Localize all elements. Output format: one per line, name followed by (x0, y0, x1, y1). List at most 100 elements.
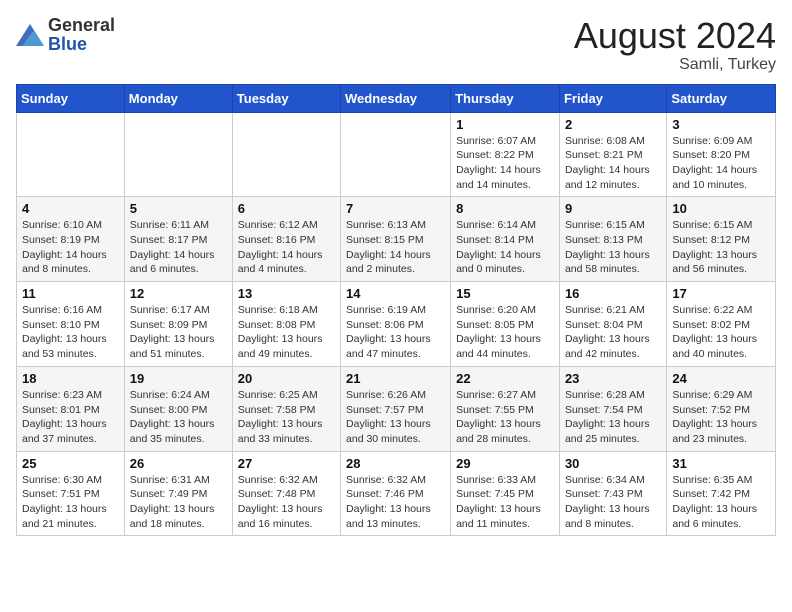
day-number: 14 (346, 286, 445, 301)
logo-blue-text: Blue (48, 34, 87, 54)
calendar-cell-w5-d2: 26Sunrise: 6:31 AMSunset: 7:49 PMDayligh… (124, 451, 232, 536)
day-number: 15 (456, 286, 554, 301)
calendar-header-row: Sunday Monday Tuesday Wednesday Thursday… (17, 84, 776, 112)
logo: General Blue (16, 16, 115, 54)
header-wednesday: Wednesday (341, 84, 451, 112)
calendar-cell-w4-d4: 21 Sunrise: 6:26 AMSunset: 7:57 PMDayligh… (341, 366, 451, 451)
day-info: Sunrise: 6:27 AMSunset: 7:55 PMDaylight:… (456, 388, 554, 447)
day-number: 6 (238, 201, 335, 216)
calendar-cell-w3-d6: 16 Sunrise: 6:21 AMSunset: 8:04 PMDayligh… (559, 282, 666, 367)
day-info: Sunrise: 6:15 AMSunset: 8:13 PMDaylight:… (565, 218, 661, 277)
calendar-week-5: 25 Sunrise: 6:30 AMSunset: 7:51 PMDayligh… (17, 451, 776, 536)
day-info: Sunrise: 6:26 AMSunset: 7:57 PMDaylight:… (346, 388, 445, 447)
calendar-cell-w1-d7: 3 Sunrise: 6:09 AMSunset: 8:20 PMDaylight… (667, 112, 776, 197)
calendar-cell-w3-d4: 14 Sunrise: 6:19 AMSunset: 8:06 PMDayligh… (341, 282, 451, 367)
day-info: Sunrise: 6:10 AMSunset: 8:19 PMDaylight:… (22, 218, 119, 277)
calendar-cell-w1-d6: 2 Sunrise: 6:08 AMSunset: 8:21 PMDaylight… (559, 112, 666, 197)
day-number: 17 (672, 286, 770, 301)
header-monday: Monday (124, 84, 232, 112)
day-info: Sunrise: 6:32 AMSunset: 7:46 PMDaylight:… (346, 473, 445, 532)
day-number: 8 (456, 201, 554, 216)
day-info: Sunrise: 6:08 AMSunset: 8:21 PMDaylight:… (565, 134, 661, 193)
logo-icon (16, 24, 44, 46)
calendar-table: Sunday Monday Tuesday Wednesday Thursday… (16, 84, 776, 537)
day-info: Sunrise: 6:28 AMSunset: 7:54 PMDaylight:… (565, 388, 661, 447)
calendar-cell-w4-d6: 23 Sunrise: 6:28 AMSunset: 7:54 PMDayligh… (559, 366, 666, 451)
day-number: 31 (672, 456, 770, 471)
calendar-cell-w2-d5: 8 Sunrise: 6:14 AMSunset: 8:14 PMDaylight… (451, 197, 560, 282)
title-area: August 2024 Samli, Turkey (574, 16, 776, 74)
header-sunday: Sunday (17, 84, 125, 112)
calendar-cell-w1-d1 (17, 112, 125, 197)
calendar-cell-w5-d1: 25 Sunrise: 6:30 AMSunset: 7:51 PMDayligh… (17, 451, 125, 536)
day-number: 16 (565, 286, 661, 301)
day-info: Sunrise: 6:17 AMSunset: 8:09 PMDaylight:… (130, 303, 227, 362)
header-friday: Friday (559, 84, 666, 112)
day-number: 23 (565, 371, 661, 386)
calendar-cell-w5-d6: 30 Sunrise: 6:34 AMSunset: 7:43 PMDayligh… (559, 451, 666, 536)
day-info: Sunrise: 6:16 AMSunset: 8:10 PMDaylight:… (22, 303, 119, 362)
day-info: Sunrise: 6:35 AMSunset: 7:42 PMDaylight:… (672, 473, 770, 532)
calendar-cell-w5-d5: 29 Sunrise: 6:33 AMSunset: 7:45 PMDayligh… (451, 451, 560, 536)
day-info: Sunrise: 6:11 AMSunset: 8:17 PMDaylight:… (130, 218, 227, 277)
calendar-week-4: 18 Sunrise: 6:23 AMSunset: 8:01 PMDayligh… (17, 366, 776, 451)
calendar-cell-w2-d2: 5 Sunrise: 6:11 AMSunset: 8:17 PMDaylight… (124, 197, 232, 282)
day-info: Sunrise: 6:25 AMSunset: 7:58 PMDaylight:… (238, 388, 335, 447)
header-thursday: Thursday (451, 84, 560, 112)
calendar-cell-w4-d2: 19 Sunrise: 6:24 AMSunset: 8:00 PMDayligh… (124, 366, 232, 451)
calendar-cell-w5-d3: 27Sunrise: 6:32 AMSunset: 7:48 PMDayligh… (232, 451, 340, 536)
month-year-title: August 2024 (574, 16, 776, 56)
day-number: 9 (565, 201, 661, 216)
day-number: 20 (238, 371, 335, 386)
calendar-cell-w3-d3: 13 Sunrise: 6:18 AMSunset: 8:08 PMDayligh… (232, 282, 340, 367)
day-number: 12 (130, 286, 227, 301)
day-number: 4 (22, 201, 119, 216)
day-number: 22 (456, 371, 554, 386)
header-tuesday: Tuesday (232, 84, 340, 112)
day-info: Sunrise: 6:14 AMSunset: 8:14 PMDaylight:… (456, 218, 554, 277)
day-number: 19 (130, 371, 227, 386)
day-info: Sunrise: 6:21 AMSunset: 8:04 PMDaylight:… (565, 303, 661, 362)
day-number: 25 (22, 456, 119, 471)
day-info: Sunrise: 6:13 AMSunset: 8:15 PMDaylight:… (346, 218, 445, 277)
day-info: Sunrise: 6:34 AMSunset: 7:43 PMDaylight:… (565, 473, 661, 532)
day-info: Sunrise: 6:22 AMSunset: 8:02 PMDaylight:… (672, 303, 770, 362)
day-number: 10 (672, 201, 770, 216)
calendar-cell-w2-d4: 7Sunrise: 6:13 AMSunset: 8:15 PMDaylight… (341, 197, 451, 282)
calendar-cell-w3-d1: 11Sunrise: 6:16 AMSunset: 8:10 PMDayligh… (17, 282, 125, 367)
calendar-cell-w2-d7: 10 Sunrise: 6:15 AMSunset: 8:12 PMDayligh… (667, 197, 776, 282)
header-saturday: Saturday (667, 84, 776, 112)
calendar-cell-w4-d3: 20 Sunrise: 6:25 AMSunset: 7:58 PMDayligh… (232, 366, 340, 451)
day-info: Sunrise: 6:12 AMSunset: 8:16 PMDaylight:… (238, 218, 335, 277)
day-info: Sunrise: 6:30 AMSunset: 7:51 PMDaylight:… (22, 473, 119, 532)
day-info: Sunrise: 6:15 AMSunset: 8:12 PMDaylight:… (672, 218, 770, 277)
day-number: 1 (456, 117, 554, 132)
day-info: Sunrise: 6:19 AMSunset: 8:06 PMDaylight:… (346, 303, 445, 362)
calendar-cell-w3-d5: 15Sunrise: 6:20 AMSunset: 8:05 PMDayligh… (451, 282, 560, 367)
day-info: Sunrise: 6:33 AMSunset: 7:45 PMDaylight:… (456, 473, 554, 532)
day-number: 5 (130, 201, 227, 216)
day-info: Sunrise: 6:23 AMSunset: 8:01 PMDaylight:… (22, 388, 119, 447)
day-info: Sunrise: 6:24 AMSunset: 8:00 PMDaylight:… (130, 388, 227, 447)
day-number: 13 (238, 286, 335, 301)
calendar-cell-w1-d5: 1Sunrise: 6:07 AMSunset: 8:22 PMDaylight… (451, 112, 560, 197)
calendar-cell-w2-d1: 4 Sunrise: 6:10 AMSunset: 8:19 PMDaylight… (17, 197, 125, 282)
day-info: Sunrise: 6:09 AMSunset: 8:20 PMDaylight:… (672, 134, 770, 193)
location-subtitle: Samli, Turkey (574, 56, 776, 74)
day-number: 2 (565, 117, 661, 132)
day-number: 21 (346, 371, 445, 386)
day-number: 18 (22, 371, 119, 386)
calendar-cell-w4-d5: 22 Sunrise: 6:27 AMSunset: 7:55 PMDayligh… (451, 366, 560, 451)
calendar-week-1: 1Sunrise: 6:07 AMSunset: 8:22 PMDaylight… (17, 112, 776, 197)
calendar-cell-w1-d2 (124, 112, 232, 197)
calendar-cell-w3-d2: 12 Sunrise: 6:17 AMSunset: 8:09 PMDayligh… (124, 282, 232, 367)
page-header: General Blue August 2024 Samli, Turkey (16, 16, 776, 74)
day-info: Sunrise: 6:31 AMSunset: 7:49 PMDaylight:… (130, 473, 227, 532)
day-number: 29 (456, 456, 554, 471)
day-info: Sunrise: 6:18 AMSunset: 8:08 PMDaylight:… (238, 303, 335, 362)
calendar-week-2: 4 Sunrise: 6:10 AMSunset: 8:19 PMDaylight… (17, 197, 776, 282)
calendar-cell-w2-d3: 6 Sunrise: 6:12 AMSunset: 8:16 PMDaylight… (232, 197, 340, 282)
day-number: 30 (565, 456, 661, 471)
calendar-cell-w1-d4 (341, 112, 451, 197)
day-number: 3 (672, 117, 770, 132)
